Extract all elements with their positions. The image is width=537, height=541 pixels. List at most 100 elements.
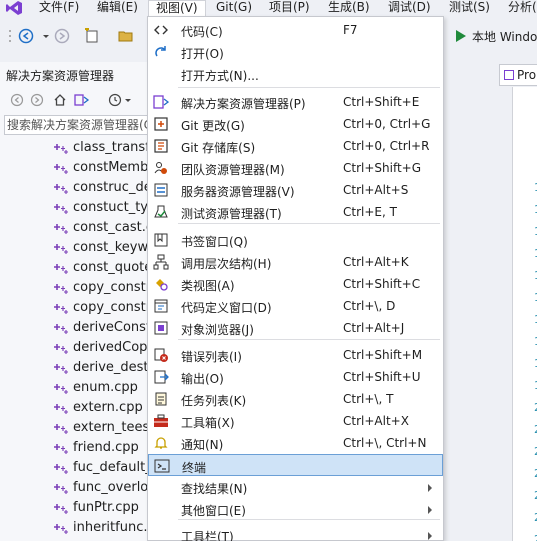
- history-icon[interactable]: [108, 93, 122, 107]
- menu-item-server-explorer[interactable]: 服务器资源管理器(V) Ctrl+Alt+S: [148, 179, 443, 201]
- menu-project[interactable]: 项目(P): [262, 0, 317, 17]
- menu-item-label: 通知(N): [181, 438, 224, 452]
- file-name: deriveConstr: [73, 320, 148, 335]
- menu-item-call-hierarchy[interactable]: 调用层次结构(H) Ctrl+Alt+K: [148, 251, 443, 273]
- file-list-item[interactable]: inheritfunc.cp: [0, 518, 148, 538]
- file-list-item[interactable]: extern_teest.: [0, 418, 148, 438]
- code-editor[interactable]: 11111111112222222: [512, 87, 537, 541]
- menu-item-task-list[interactable]: 任务列表(K) Ctrl+\, T: [148, 388, 443, 410]
- new-project-icon[interactable]: [84, 28, 100, 44]
- file-list-item[interactable]: const_keywo: [0, 238, 148, 258]
- file-list-item[interactable]: class_transfe: [0, 138, 148, 158]
- menu-item-label: 团队资源管理器(M): [181, 163, 285, 177]
- document-area: Pro 11111111112222222: [444, 55, 537, 541]
- cpp-file-icon: [53, 461, 69, 475]
- menu-item-bookmark[interactable]: 书签窗口(Q): [148, 229, 443, 251]
- menu-item-error-list[interactable]: 错误列表(I) Ctrl+Shift+M: [148, 344, 443, 366]
- menu-item-label: 测试资源管理器(T): [181, 207, 282, 221]
- menu-item-shortcut: F7: [343, 23, 358, 37]
- terminal-icon: [154, 458, 170, 474]
- menu-item-toolbox[interactable]: 工具箱(X) Ctrl+Alt+X: [148, 410, 443, 432]
- menu-item-label: 打开(O): [181, 47, 224, 61]
- menu-item-label: 终端: [182, 461, 207, 475]
- file-name: fuc_default_p: [73, 460, 148, 475]
- menu-item-terminal[interactable]: 终端: [148, 454, 443, 476]
- menu-git[interactable]: Git(G): [209, 0, 259, 17]
- menu-item-label: 类视图(A): [181, 279, 235, 293]
- back-icon[interactable]: [10, 93, 24, 107]
- file-list-item[interactable]: func_overloa: [0, 478, 148, 498]
- menu-item-git-repo[interactable]: Git 存储库(S) Ctrl+0, Ctrl+R: [148, 135, 443, 157]
- menu-item-output[interactable]: 输出(O) Ctrl+Shift+U: [148, 366, 443, 388]
- menu-item-entry-21[interactable]: 其他窗口(E): [148, 498, 443, 520]
- back-icon[interactable]: [18, 28, 34, 44]
- menu-item-code-definition[interactable]: 代码定义窗口(D) Ctrl+\, D: [148, 295, 443, 317]
- cpp-file-icon: [53, 321, 69, 335]
- menu-item-git-changes[interactable]: Git 更改(G) Ctrl+0, Ctrl+G: [148, 113, 443, 135]
- menu-item-solution-explorer[interactable]: 解决方案资源管理器(P) Ctrl+Shift+E: [148, 91, 443, 113]
- cpp-file-icon: [53, 261, 69, 275]
- menu-item-shortcut: Ctrl+Alt+K: [343, 255, 409, 269]
- file-list-item[interactable]: constuct_type: [0, 198, 148, 218]
- file-list-item[interactable]: derive_destru: [0, 358, 148, 378]
- menu-edit[interactable]: 编辑(E): [90, 0, 145, 17]
- menu-item-code[interactable]: 代码(C) F7: [148, 19, 443, 41]
- file-name: class_transfe: [73, 140, 148, 155]
- menu-file[interactable]: 文件(F): [32, 0, 86, 17]
- menu-bar: 文件(F) 编辑(E) 视图(V) Git(G) 项目(P) 生成(B) 调试(…: [0, 0, 537, 17]
- menu-item-entry-22[interactable]: 工具栏(T): [148, 524, 443, 541]
- forward-icon[interactable]: [30, 93, 44, 107]
- cpp-file-icon: [53, 201, 69, 215]
- file-list-item[interactable]: copy_constru: [0, 298, 148, 318]
- menu-debug[interactable]: 调试(D): [381, 0, 438, 17]
- menu-item-open[interactable]: 打开(O): [148, 41, 443, 63]
- menu-item-entry-20[interactable]: 查找结果(N): [148, 476, 443, 498]
- project-properties-icon: [504, 70, 514, 80]
- menu-item-shortcut: Ctrl+Shift+G: [343, 161, 422, 175]
- cpp-file-icon: [53, 481, 69, 495]
- file-list-item[interactable]: const_quote.: [0, 258, 148, 278]
- cpp-file-icon: [53, 361, 69, 375]
- solution-explorer-search-input[interactable]: 搜索解决方案资源管理器(C: [4, 115, 148, 135]
- menu-item-test-explorer[interactable]: 测试资源管理器(T) Ctrl+E, T: [148, 201, 443, 223]
- menu-item-label: 书签窗口(Q): [181, 235, 248, 249]
- switch-views-icon[interactable]: [74, 93, 90, 107]
- document-tab[interactable]: Pro: [499, 64, 537, 86]
- file-list-item[interactable]: derivedCopy: [0, 338, 148, 358]
- visual-studio-logo-icon[interactable]: [5, 0, 23, 16]
- file-list-item[interactable]: extern.cpp: [0, 398, 148, 418]
- menu-separator: [178, 339, 440, 340]
- menu-item-label: 服务器资源管理器(V): [181, 185, 295, 199]
- file-list-item[interactable]: construc_des: [0, 178, 148, 198]
- cpp-file-icon: [53, 141, 69, 155]
- file-list-item[interactable]: copy_constru: [0, 278, 148, 298]
- file-list-item[interactable]: fuc_default_p: [0, 458, 148, 478]
- home-icon[interactable]: [53, 93, 67, 107]
- file-name: friend.cpp: [73, 440, 139, 455]
- file-list-item[interactable]: friend.cpp: [0, 438, 148, 458]
- open-folder-icon[interactable]: [118, 28, 134, 44]
- menu-item-notification-bell[interactable]: 通知(N) Ctrl+\, Ctrl+N: [148, 432, 443, 454]
- menu-view[interactable]: 视图(V): [148, 0, 206, 17]
- file-list-item[interactable]: enum.cpp: [0, 378, 148, 398]
- menu-item-team-explorer[interactable]: 团队资源管理器(M) Ctrl+Shift+G: [148, 157, 443, 179]
- menu-build[interactable]: 生成(B): [321, 0, 377, 17]
- menu-item-shortcut: Ctrl+Alt+X: [343, 414, 409, 428]
- menu-item-shortcut: Ctrl+Shift+M: [343, 348, 423, 362]
- menu-analyze[interactable]: 分析(: [501, 0, 537, 17]
- run-local-windows-debugger-button[interactable]: 本地 Windo: [456, 26, 537, 46]
- file-list-item[interactable]: funPtr.cpp: [0, 498, 148, 518]
- forward-icon[interactable]: [54, 28, 70, 44]
- bookmark-icon: [153, 232, 169, 248]
- menu-item-class-view[interactable]: 类视图(A) Ctrl+Shift+C: [148, 273, 443, 295]
- solution-explorer-icon: [153, 94, 169, 110]
- file-list-item[interactable]: const_cast.cp: [0, 218, 148, 238]
- menu-test[interactable]: 测试(S): [442, 0, 497, 17]
- file-list-item[interactable]: deriveConstr: [0, 318, 148, 338]
- menu-item-label: 工具箱(X): [181, 416, 235, 430]
- file-list-item[interactable]: constMembe: [0, 158, 148, 178]
- dropdown-arrow-icon[interactable]: [124, 93, 132, 107]
- class-view-icon: [153, 276, 169, 292]
- menu-item-object-browser[interactable]: 对象浏览器(J) Ctrl+Alt+J: [148, 317, 443, 339]
- menu-item-entry-2[interactable]: 打开方式(N)...: [148, 63, 443, 85]
